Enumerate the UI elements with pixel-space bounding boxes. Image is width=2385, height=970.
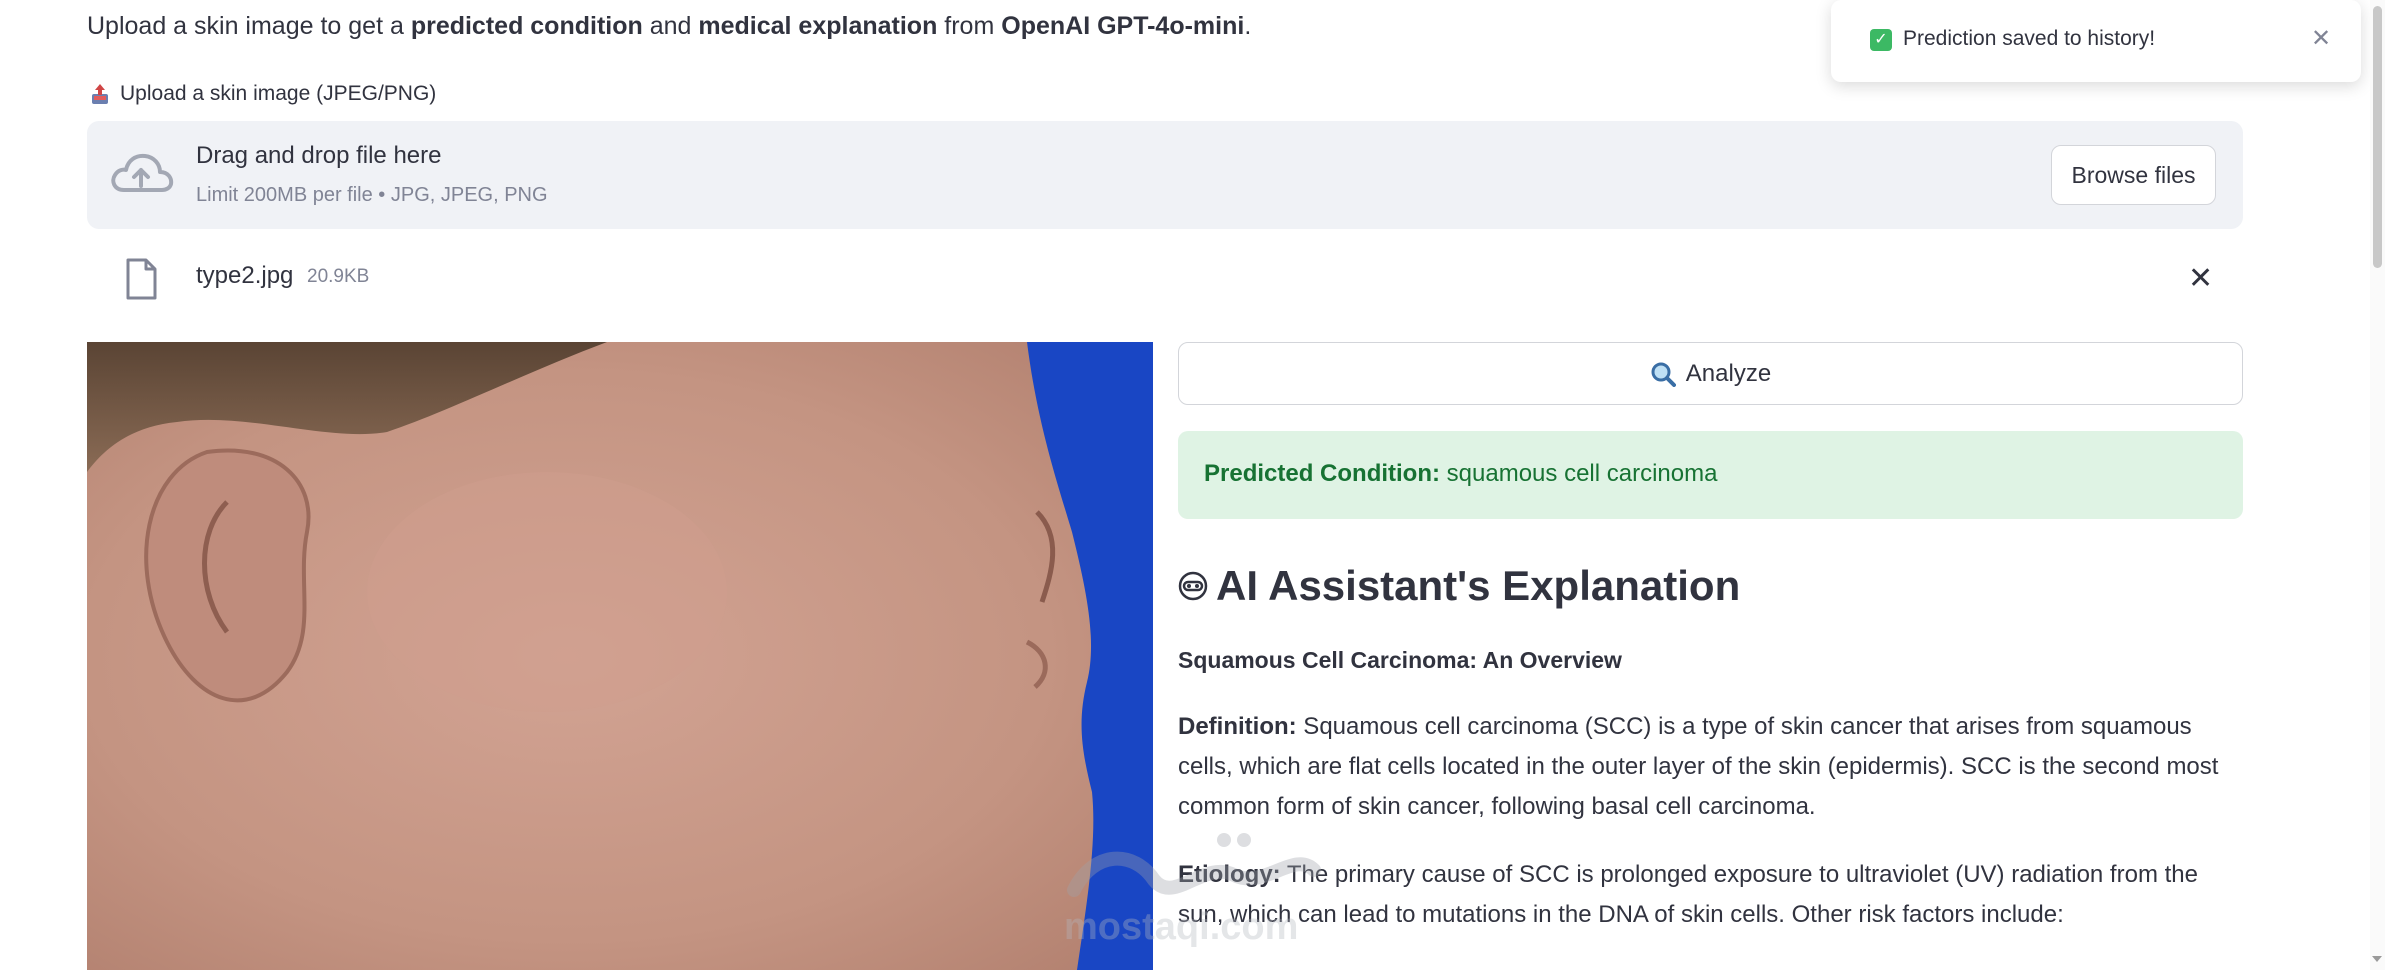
magnifier-icon <box>1651 362 1676 387</box>
browse-files-button[interactable]: Browse files <box>2051 145 2216 205</box>
toast-close-icon[interactable]: ✕ <box>2311 24 2331 53</box>
prediction-value: squamous cell carcinoma <box>1446 460 1718 487</box>
file-icon <box>126 258 157 300</box>
file-dropzone[interactable] <box>87 121 2243 229</box>
remove-file-close-icon[interactable]: ✕ <box>2188 264 2213 294</box>
intro-bold-explanation: medical explanation <box>698 12 938 40</box>
intro-bold-model: OpenAI GPT-4o-mini <box>1001 12 1245 40</box>
analyze-button-label: Analyze <box>1685 359 1772 387</box>
etiology-label: Etiology: <box>1178 861 1281 888</box>
definition-text: Squamous cell carcinoma (SCC) is a type … <box>1178 713 2219 820</box>
intro-text: Upload a skin image to get a predicted c… <box>87 12 1251 41</box>
explanation-heading-text: AI Assistant's Explanation <box>1216 562 1741 609</box>
definition-label: Definition: <box>1178 713 1297 740</box>
dropzone-title: Drag and drop file here <box>196 142 442 169</box>
etiology-paragraph: Etiology: The primary cause of SCC is pr… <box>1178 855 2248 935</box>
scroll-down-arrow-icon[interactable] <box>2372 956 2382 962</box>
cloud-upload-icon <box>111 153 174 192</box>
dropzone-limit-text: Limit 200MB per file • JPG, JPEG, PNG <box>196 184 548 206</box>
analyze-button[interactable]: Analyze <box>1178 342 2243 405</box>
prediction-label: Predicted Condition: <box>1204 460 1440 487</box>
intro-prefix: Upload a skin image to get a <box>87 12 411 40</box>
etiology-text: The primary cause of SCC is prolonged ex… <box>1178 861 2198 928</box>
definition-paragraph: Definition: Squamous cell carcinoma (SCC… <box>1178 707 2248 827</box>
toast-message: Prediction saved to history! <box>1903 27 2156 50</box>
scrollbar-thumb[interactable] <box>2373 6 2382 268</box>
uploaded-file-size: 20.9KB <box>307 266 370 287</box>
check-icon: ✓ <box>1870 29 1892 51</box>
uploaded-file-name: type2.jpg <box>196 262 294 289</box>
upload-tray-icon <box>92 84 108 104</box>
explanation-heading: AI Assistant's Explanation <box>1178 562 1740 610</box>
robot-face-icon <box>1178 571 1208 601</box>
intro-mid: and <box>642 12 699 40</box>
prediction-result: Predicted Condition: squamous cell carci… <box>1204 460 1717 488</box>
intro-mid2: from <box>937 12 1002 40</box>
explanation-subheading: Squamous Cell Carcinoma: An Overview <box>1178 647 1622 673</box>
intro-bold-condition: predicted condition <box>410 12 643 40</box>
upload-label-text: Upload a skin image (JPEG/PNG) <box>120 82 437 105</box>
upload-label: Upload a skin image (JPEG/PNG) <box>90 82 436 106</box>
intro-suffix: . <box>1244 12 1252 40</box>
uploaded-skin-image <box>87 342 1153 970</box>
